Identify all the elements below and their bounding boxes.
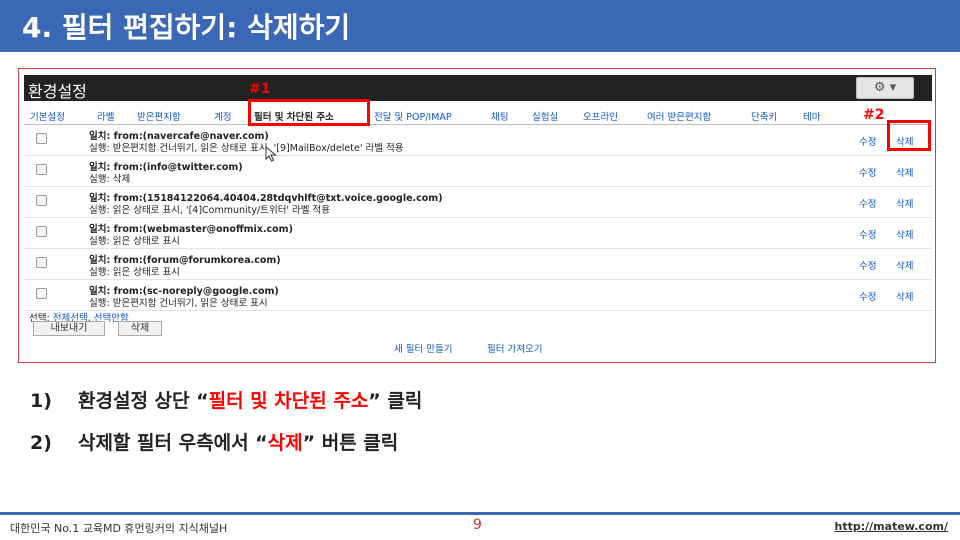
highlight-box-filters-tab	[248, 99, 370, 126]
footer-url-link[interactable]: http://matew.com/	[835, 520, 948, 533]
slide-title-bar: 4. 필터 편집하기: 삭제하기	[0, 0, 960, 52]
filter-delete-link[interactable]: 삭제	[896, 289, 913, 303]
marker-1: #1	[249, 81, 271, 97]
filter-action: 실행: 읽은 상태로 표시	[89, 236, 180, 247]
step-number: 1)	[30, 390, 52, 412]
filter-edit-link[interactable]: 수정	[859, 258, 876, 272]
filter-row: 일치: from:(info@twitter.com) 실행: 삭제 수정 삭제	[24, 156, 932, 187]
footer-divider	[0, 512, 960, 515]
filter-action: 실행: 삭제	[89, 174, 131, 185]
export-button[interactable]: 내보내기	[33, 321, 105, 336]
settings-title: 환경설정	[28, 82, 87, 101]
filter-delete-link[interactable]: 삭제	[896, 196, 913, 210]
filter-action: 실행: 받은편지함 건너뛰기, 읽은 상태로 표시, '[9]MailBox/d…	[89, 143, 404, 154]
filter-checkbox[interactable]	[36, 133, 47, 144]
tab-labs[interactable]: 실험실	[532, 109, 558, 123]
filter-checkbox[interactable]	[36, 226, 47, 237]
step-highlight: 필터 및 차단된 주소	[208, 390, 369, 412]
tab-multiple-inboxes[interactable]: 여러 받은편지함	[647, 109, 711, 123]
step-text-end: ” 버튼 클릭	[302, 432, 399, 454]
tab-accounts[interactable]: 계정	[214, 109, 231, 123]
step-highlight: 삭제	[267, 432, 303, 454]
filter-checkbox[interactable]	[36, 195, 47, 206]
filter-edit-link[interactable]: 수정	[859, 289, 876, 303]
tab-themes[interactable]: 테마	[803, 109, 820, 123]
gmail-settings-screenshot: 환경설정 ⚙ ▾ 기본설정 라벨 받은편지함 계정 필터 및 차단된 주소 전달…	[18, 68, 936, 363]
gear-menu-button[interactable]: ⚙ ▾	[856, 77, 914, 99]
step-number: 2)	[30, 432, 52, 454]
tab-forwarding-pop-imap[interactable]: 전달 및 POP/IMAP	[374, 109, 452, 123]
page-number: 9	[473, 517, 482, 533]
tab-labels[interactable]: 라벨	[97, 109, 114, 123]
tab-chat[interactable]: 채팅	[491, 109, 508, 123]
filter-row: 일치: from:(forum@forumkorea.com) 실행: 읽은 상…	[24, 249, 932, 280]
filter-row: 일치: from:(sc-noreply@google.com) 실행: 받은편…	[24, 280, 932, 311]
tab-shortcuts[interactable]: 단축키	[751, 109, 777, 123]
marker-2: #2	[863, 107, 885, 123]
filter-checkbox[interactable]	[36, 257, 47, 268]
filter-edit-link[interactable]: 수정	[859, 134, 876, 148]
step-text: 환경설정 상단 “	[78, 390, 209, 412]
step-text: 삭제할 필터 우측에서 “	[78, 432, 268, 454]
filter-edit-link[interactable]: 수정	[859, 227, 876, 241]
tab-general[interactable]: 기본설정	[30, 109, 65, 123]
tab-inbox[interactable]: 받은편지함	[137, 109, 181, 123]
settings-tabs: 기본설정 라벨 받은편지함 계정 필터 및 차단된 주소 전달 및 POP/IM…	[24, 105, 932, 125]
step-text-end: ” 클릭	[368, 390, 423, 412]
instruction-step: 2) 삭제할 필터 우측에서 “삭제” 버튼 클릭	[30, 428, 398, 455]
mouse-cursor-icon	[265, 146, 277, 162]
filter-action: 실행: 읽은 상태로 표시, '[4]Community/트위터' 라벨 적용	[89, 205, 331, 216]
filter-delete-link[interactable]: 삭제	[896, 165, 913, 179]
filter-checkbox[interactable]	[36, 164, 47, 175]
instruction-step: 1) 환경설정 상단 “필터 및 차단된 주소” 클릭	[30, 386, 422, 413]
tab-offline[interactable]: 오프라인	[583, 109, 618, 123]
filter-row: 일치: from:(15184122064.40404.28tdqvhlft@t…	[24, 187, 932, 218]
highlight-box-delete-link	[887, 120, 931, 151]
slide-title: 4. 필터 편집하기: 삭제하기	[22, 11, 351, 44]
filter-checkbox[interactable]	[36, 288, 47, 299]
filter-delete-link[interactable]: 삭제	[896, 227, 913, 241]
footer-tagline: 대한민국 No.1 교육MD 휴먼링커의 지식채널H	[10, 522, 228, 535]
filter-edit-link[interactable]: 수정	[859, 196, 876, 210]
filter-delete-link[interactable]: 삭제	[896, 258, 913, 272]
filter-edit-link[interactable]: 수정	[859, 165, 876, 179]
filter-action: 실행: 읽은 상태로 표시	[89, 267, 180, 278]
bulk-delete-button[interactable]: 삭제	[118, 321, 162, 336]
settings-header: 환경설정 ⚙ ▾	[24, 75, 932, 101]
import-filters-link[interactable]: 필터 가져오기	[487, 341, 542, 355]
filter-row: 일치: from:(navercafe@naver.com) 실행: 받은편지함…	[24, 125, 932, 156]
filter-action: 실행: 받은편지함 건너뛰기, 읽은 상태로 표시	[89, 298, 268, 309]
create-filter-link[interactable]: 새 필터 만들기	[394, 341, 452, 355]
filter-row: 일치: from:(webmaster@onoffmix.com) 실행: 읽은…	[24, 218, 932, 249]
